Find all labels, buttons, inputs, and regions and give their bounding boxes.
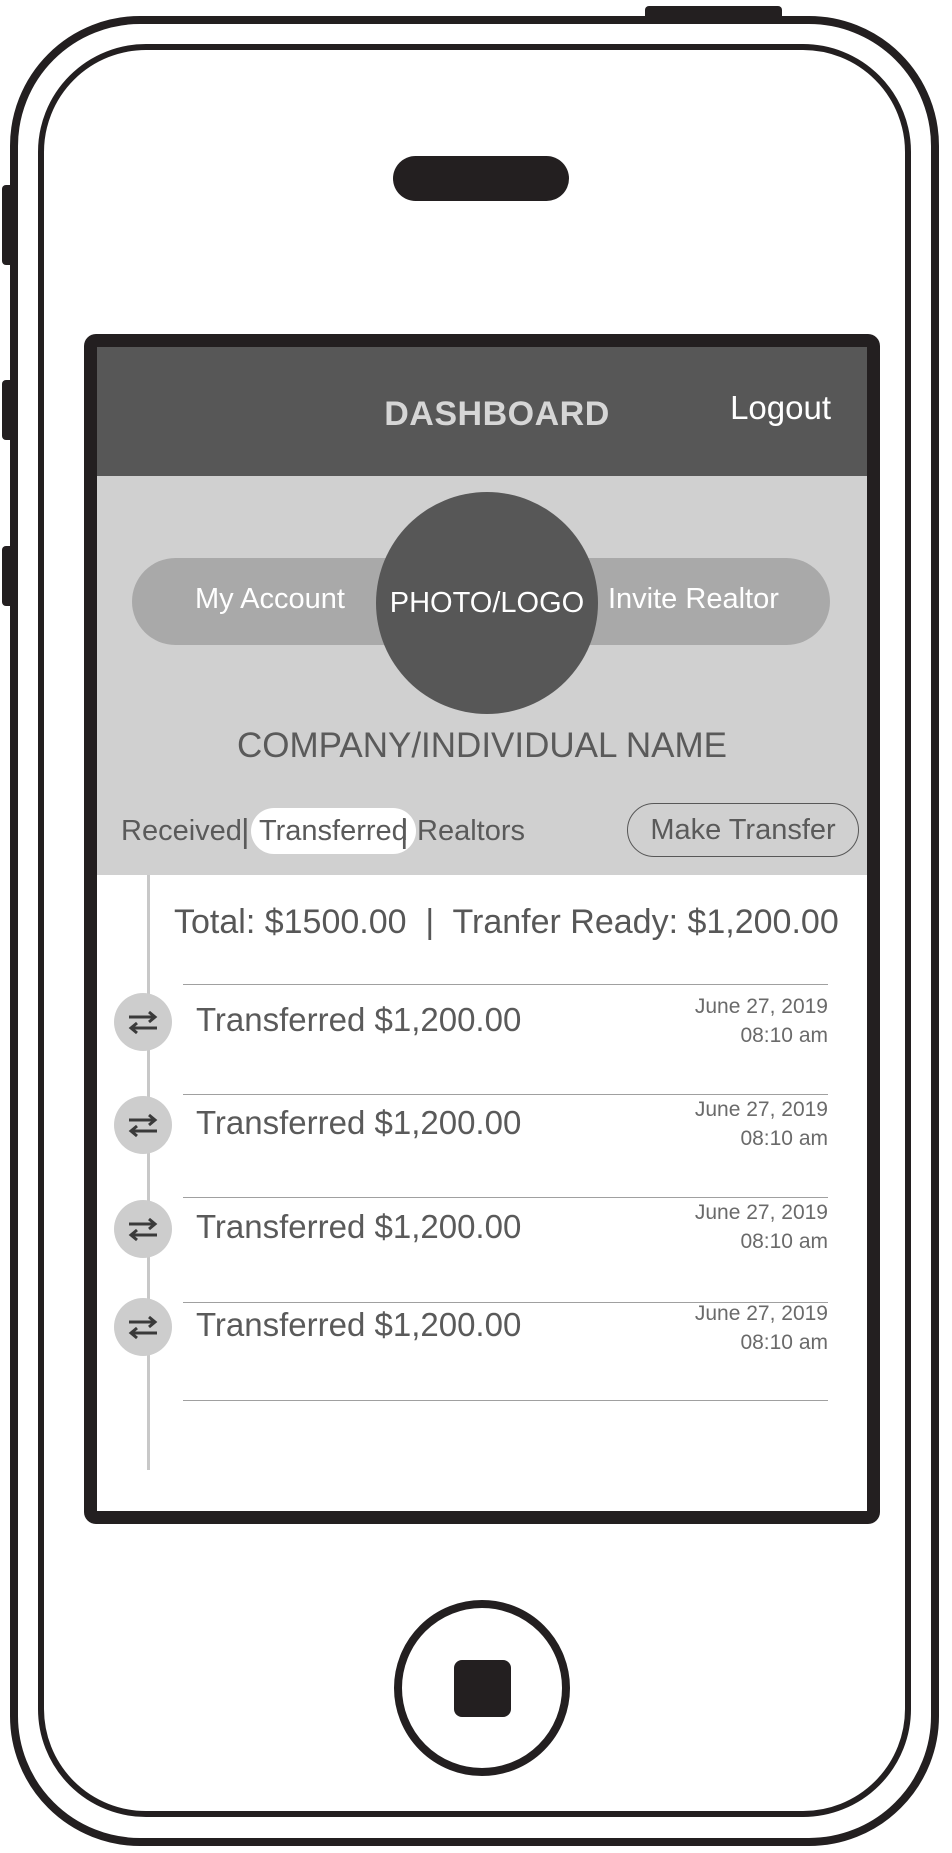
transaction-time: 08:10 am	[740, 1331, 828, 1354]
transaction-label: Transferred $1,200.00	[196, 1208, 522, 1245]
phone-speaker	[393, 156, 569, 201]
transaction-date: June 27, 2019	[694, 995, 828, 1018]
home-button-square-icon	[454, 1660, 511, 1717]
transaction-timestamp: June 27, 2019 08:10 am	[695, 1095, 828, 1153]
transaction-timestamp: June 27, 2019 08:10 am	[695, 1198, 828, 1256]
transaction-label: Transferred $1,200.00	[196, 1001, 522, 1038]
transaction-date: June 27, 2019	[694, 1302, 828, 1325]
transaction-date: June 27, 2019	[694, 1098, 828, 1121]
company-name: COMPANY/INDIVIDUAL NAME	[236, 726, 728, 765]
transaction-timestamp: June 27, 2019 08:10 am	[695, 1299, 828, 1357]
transfer-list-panel: Total: $1500.00 | Tranfer Ready: $1,200.…	[97, 875, 867, 1511]
tab-separator: |	[400, 812, 409, 849]
make-transfer-button[interactable]: Make Transfer	[627, 803, 859, 857]
logout-link[interactable]: Logout	[730, 389, 831, 427]
transaction-time: 08:10 am	[740, 1024, 828, 1047]
divider	[183, 984, 828, 985]
transaction-label: Transferred $1,200.00	[196, 1104, 522, 1141]
profile-panel: My Account Invite Realtor PHOTO/LOGO COM…	[97, 476, 867, 875]
invite-realtor-link[interactable]: Invite Realtor	[608, 583, 779, 616]
tab-bar: Received | Transferred | Realtors Make T…	[97, 803, 867, 859]
tab-realtors[interactable]: Realtors	[417, 803, 525, 859]
avatar[interactable]: PHOTO/LOGO	[376, 492, 598, 714]
my-account-link[interactable]: My Account	[195, 583, 345, 616]
tab-transferred[interactable]: Transferred	[251, 808, 416, 854]
transaction-time: 08:10 am	[740, 1127, 828, 1150]
transfer-arrows-icon	[114, 1096, 172, 1154]
transaction-date: June 27, 2019	[694, 1201, 828, 1224]
transaction-time: 08:10 am	[740, 1230, 828, 1253]
transfer-arrows-icon	[114, 1298, 172, 1356]
timeline-line	[147, 875, 150, 1470]
transaction-label: Transferred $1,200.00	[196, 1306, 522, 1343]
tab-received[interactable]: Received	[121, 803, 242, 859]
transaction-timestamp: June 27, 2019 08:10 am	[695, 992, 828, 1050]
tab-separator: |	[241, 812, 250, 849]
avatar-label: PHOTO/LOGO	[389, 586, 585, 619]
top-bar: DASHBOARD Logout	[97, 347, 867, 476]
divider	[183, 1400, 828, 1401]
totals-summary: Total: $1500.00 | Tranfer Ready: $1,200.…	[174, 903, 839, 941]
transfer-arrows-icon	[114, 1200, 172, 1258]
transfer-arrows-icon	[114, 993, 172, 1051]
app-screen: DASHBOARD Logout My Account Invite Realt…	[84, 334, 880, 1524]
